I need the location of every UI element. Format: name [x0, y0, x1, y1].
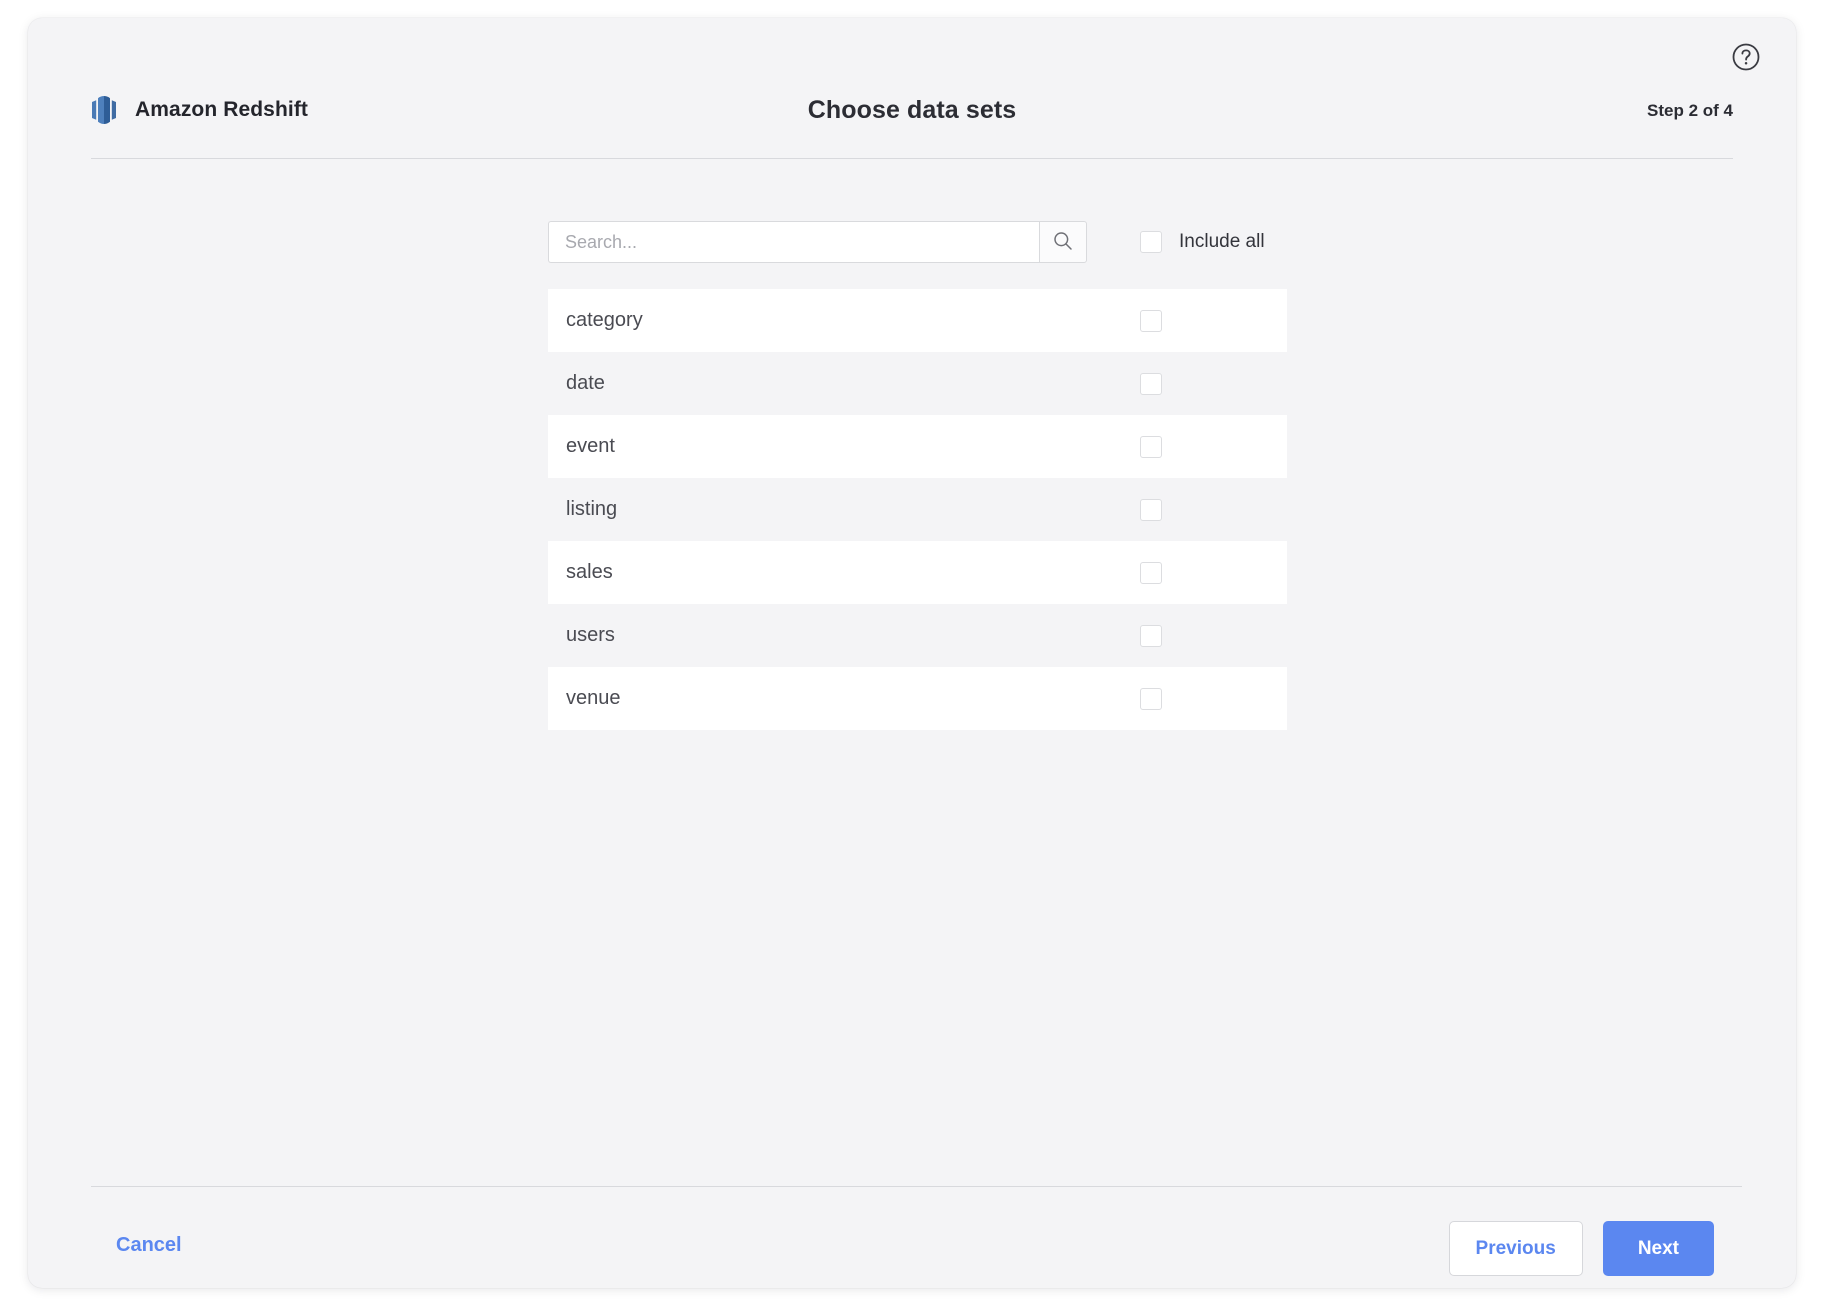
dataset-row-listing[interactable]: listing — [548, 478, 1287, 541]
step-indicator: Step 2 of 4 — [1647, 101, 1733, 120]
next-button[interactable]: Next — [1602, 1221, 1714, 1276]
dataset-label: category — [566, 309, 643, 331]
wizard-footer: Cancel Previous Next — [28, 1186, 1796, 1288]
cancel-button[interactable]: Cancel — [116, 1234, 182, 1257]
dataset-checkbox-users[interactable] — [1140, 624, 1162, 647]
question-circle-icon — [1731, 42, 1761, 75]
search-icon — [1052, 230, 1074, 255]
dataset-checkbox-event[interactable] — [1140, 435, 1162, 458]
dataset-checkbox-venue[interactable] — [1140, 687, 1162, 710]
dataset-row-date[interactable]: date — [548, 352, 1287, 415]
search-field — [548, 221, 1087, 263]
page-title: Choose data sets — [807, 96, 1017, 124]
help-button[interactable] — [1726, 38, 1766, 78]
wizard-card: Amazon Redshift Choose data sets Step 2 … — [28, 18, 1796, 1288]
dataset-label: event — [566, 435, 615, 457]
footer-divider — [91, 1186, 1742, 1187]
dataset-row-users[interactable]: users — [548, 604, 1287, 667]
include-all-label: Include all — [1179, 231, 1265, 252]
search-input[interactable] — [548, 221, 1039, 263]
search-row: Include all — [548, 221, 1265, 263]
footer-actions: Previous Next — [1448, 1221, 1714, 1276]
dataset-row-event[interactable]: event — [548, 415, 1287, 478]
dataset-row-sales[interactable]: sales — [548, 541, 1287, 604]
search-button[interactable] — [1039, 221, 1087, 263]
wizard-body: Include all category date event listing … — [28, 159, 1796, 1186]
dataset-row-venue[interactable]: venue — [548, 667, 1287, 730]
dataset-label: sales — [566, 561, 613, 583]
dataset-checkbox-listing[interactable] — [1140, 498, 1162, 521]
include-all-checkbox[interactable] — [1140, 231, 1162, 253]
dataset-checkbox-category[interactable] — [1140, 309, 1162, 332]
dataset-checkbox-sales[interactable] — [1140, 561, 1162, 584]
dataset-label: users — [566, 624, 615, 646]
dataset-label: listing — [566, 498, 618, 520]
dataset-row-category[interactable]: category — [548, 289, 1287, 352]
dataset-list: category date event listing sales users — [548, 289, 1287, 730]
dataset-label: venue — [566, 687, 621, 709]
dataset-label: date — [566, 372, 605, 394]
wizard-header: Amazon Redshift Choose data sets Step 2 … — [28, 18, 1796, 159]
previous-button[interactable]: Previous — [1448, 1221, 1583, 1276]
include-all-row[interactable]: Include all — [1140, 221, 1265, 263]
dataset-checkbox-date[interactable] — [1140, 372, 1162, 395]
